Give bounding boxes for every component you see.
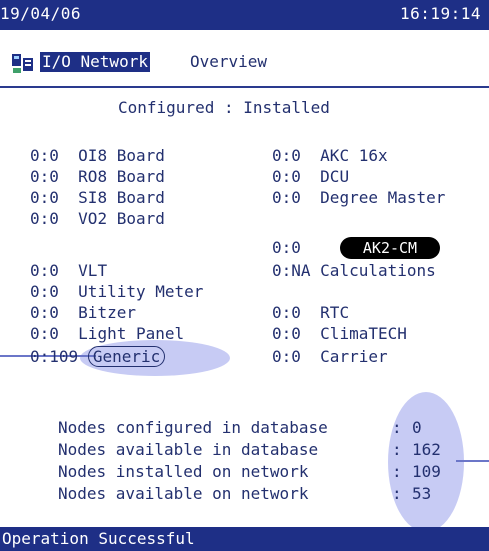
summary-value: 0	[412, 418, 422, 437]
list-item[interactable]: 0:0 AKC 16x	[272, 145, 388, 167]
ak2-cm-button[interactable]: AK2-CM	[340, 237, 440, 259]
list-item[interactable]: 0:0 VO2 Board	[30, 208, 165, 230]
io-network-screen: 19/04/06 16:19:14 I/O Network Overview C…	[0, 0, 489, 551]
summary-value: 109	[412, 462, 441, 481]
summary-label: Nodes installed on network	[58, 462, 309, 481]
summary-separator: :	[392, 418, 402, 437]
summary-value: 162	[412, 440, 441, 459]
summary-label: Nodes available in database	[58, 440, 319, 459]
summary-value: 53	[412, 484, 432, 503]
summary-separator: :	[392, 484, 402, 503]
status-message: Operation Successful	[2, 529, 195, 548]
list-item[interactable]: 0:0 RO8 Board	[30, 166, 165, 188]
list-item-generic[interactable]: 0:109 Generic	[30, 346, 166, 368]
date-display: 19/04/06	[0, 4, 82, 23]
status-bar: Operation Successful	[0, 527, 489, 551]
summary-label: Nodes configured in database	[58, 418, 328, 437]
list-item[interactable]: 0:0 VLT	[30, 260, 107, 282]
top-bar: 19/04/06 16:19:14	[0, 0, 489, 30]
list-item[interactable]: 0:0 Utility Meter	[30, 281, 203, 303]
summary-label: Nodes available on network	[58, 484, 309, 503]
list-item[interactable]: 0:0 SI8 Board	[30, 187, 165, 209]
summary-separator: :	[392, 440, 402, 459]
page-title-highlight: I/O Network	[40, 52, 150, 72]
time-display: 16:19:14	[400, 4, 482, 23]
list-item-status: 0:0	[272, 238, 301, 257]
list-item[interactable]: 0:0 DCU	[272, 166, 349, 188]
list-item[interactable]: 0:0 Bitzer	[30, 302, 136, 324]
summary-separator: :	[392, 462, 402, 481]
list-item[interactable]: 0:0 Degree Master	[272, 187, 445, 209]
summary-callout-line	[456, 460, 489, 462]
list-item[interactable]: 0:0 ClimaTECH	[272, 323, 407, 345]
list-item[interactable]: 0:0 RTC	[272, 302, 349, 324]
title-divider	[0, 86, 489, 88]
list-item[interactable]: 0:NA Calculations	[272, 260, 436, 282]
column-header: Configured : Installed	[118, 98, 330, 117]
list-item[interactable]: 0:0 Carrier	[272, 346, 388, 368]
page-title-rest: Overview	[190, 52, 268, 71]
network-icon	[12, 54, 33, 73]
list-item[interactable]: 0:0 OI8 Board	[30, 145, 165, 167]
